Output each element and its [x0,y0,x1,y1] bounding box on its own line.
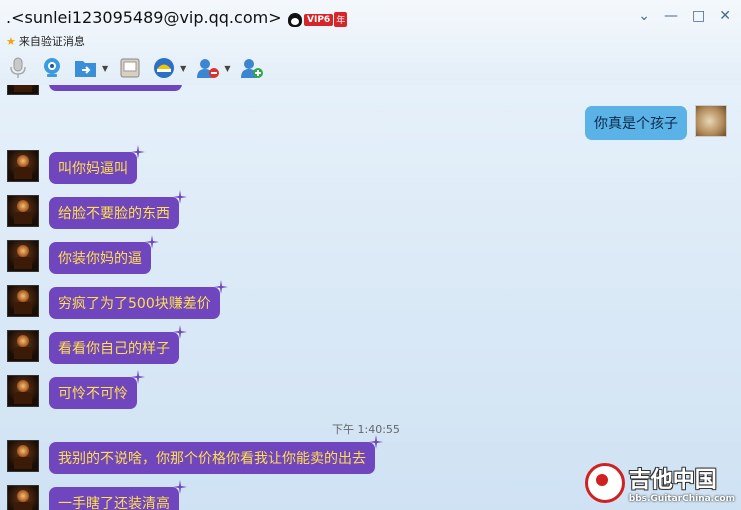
message-row: 给脸不要脸的东西 [7,190,187,229]
message-bubble-self: 你真是个孩子 [585,106,687,140]
file-transfer-icon[interactable] [74,56,98,80]
sparkle-icon [145,235,159,249]
guitarchina-logo-icon [584,463,625,503]
sparkle-icon [173,480,187,494]
message-text: 给脸不要脸的东西 [58,206,170,222]
message-row: 一手瞎了还装清高 [7,480,187,510]
sparkle-icon [173,190,187,204]
watermark: 吉他中国 bbs.GuitarChina.com [584,462,735,504]
microphone-icon[interactable] [6,56,30,80]
star-icon: ★ [6,34,16,48]
sender-avatar[interactable] [7,330,39,362]
maximize-icon[interactable]: □ [692,8,705,24]
window-controls: ⌄ — □ ✕ [638,8,731,24]
message-text: 叫你妈逼叫 [58,161,128,177]
file-menu-caret[interactable]: ▼ [102,64,108,73]
sparkle-icon [131,145,145,159]
dropdown-icon[interactable]: ⌄ [638,8,650,24]
subtitle-line: ★ 来自验证消息 [6,33,85,49]
self-avatar[interactable] [695,105,727,137]
app-menu-caret[interactable]: ▼ [180,64,186,73]
chat-history[interactable]: 你真是个孩子 叫你妈逼叫 给脸不要脸的东西 你装你妈的逼 穷疯了为了500块赚差… [0,85,741,510]
message-bubble: 你装你妈的逼 [49,235,159,274]
message-text: 穷疯了为了500块赚差价 [58,296,211,312]
message-row: 穷疯了为了500块赚差价 [7,280,228,319]
screen-icon[interactable] [118,56,142,80]
message-bubble: 可怜不可怜 [49,370,145,409]
message-text: 看看你自己的样子 [58,341,170,357]
message-bubble: 我别的不说啥，你那个价格你看我让你能卖的出去 [49,435,383,474]
toolbar: ▼ ▼ ▼ [6,56,264,80]
sender-avatar[interactable] [7,85,39,95]
subtitle-text: 来自验证消息 [18,35,85,48]
vip-badge[interactable]: VIP6 年 [288,12,348,27]
message-bubble: 看看你自己的样子 [49,325,187,364]
penguin-icon [288,12,302,27]
chat-window: .<sunlei123095489@vip.qq.com> VIP6 年 ★ 来… [0,0,741,510]
watermark-url: bbs.GuitarChina.com [628,494,735,504]
message-timestamp: 下午 1:40:55 [332,423,400,436]
message-row: 叫你妈逼叫 [7,145,145,184]
add-contact-icon[interactable] [240,56,264,80]
sender-avatar[interactable] [7,195,39,227]
contact-menu-caret[interactable]: ▼ [224,64,230,73]
close-icon[interactable]: ✕ [719,8,731,24]
sender-avatar[interactable] [7,150,39,182]
remove-contact-icon[interactable] [196,56,220,80]
sparkle-icon [131,370,145,384]
message-text: 可怜不可怜 [58,386,128,402]
message-row: 我别的不说啥，你那个价格你看我让你能卖的出去 [7,435,383,474]
message-row: 可怜不可怜 [7,370,145,409]
app-icon[interactable] [152,56,176,80]
sender-avatar[interactable] [7,375,39,407]
sender-avatar[interactable] [7,485,39,510]
message-row: 看看你自己的样子 [7,325,187,364]
title-bar: .<sunlei123095489@vip.qq.com> VIP6 年 ★ 来… [0,0,741,85]
sender-avatar[interactable] [7,240,39,272]
vip-level: VIP6 [304,13,334,26]
contact-name: .<sunlei123095489@vip.qq.com> [6,8,282,27]
message-text: 我别的不说啥，你那个价格你看我让你能卖的出去 [58,451,366,467]
message-bubble [49,85,182,91]
vip-year: 年 [334,12,348,27]
sender-avatar[interactable] [7,440,39,472]
sender-avatar[interactable] [7,285,39,317]
sparkle-icon [173,325,187,339]
message-row [7,85,182,95]
message-bubble: 一手瞎了还装清高 [49,480,187,510]
message-bubble: 给脸不要脸的东西 [49,190,187,229]
watermark-text: 吉他中国 bbs.GuitarChina.com [629,462,735,504]
video-icon[interactable] [40,56,64,80]
message-row: 你装你妈的逼 [7,235,159,274]
message-bubble: 叫你妈逼叫 [49,145,145,184]
watermark-name: 吉他中国 [628,468,717,493]
message-row-self: 你真是个孩子 [585,105,727,140]
sparkle-icon [369,435,383,449]
minimize-icon[interactable]: — [664,8,678,24]
message-text: 一手瞎了还装清高 [58,496,170,510]
sparkle-icon [213,280,228,294]
message-text: 你装你妈的逼 [58,251,142,267]
message-bubble: 穷疯了为了500块赚差价 [49,280,228,319]
